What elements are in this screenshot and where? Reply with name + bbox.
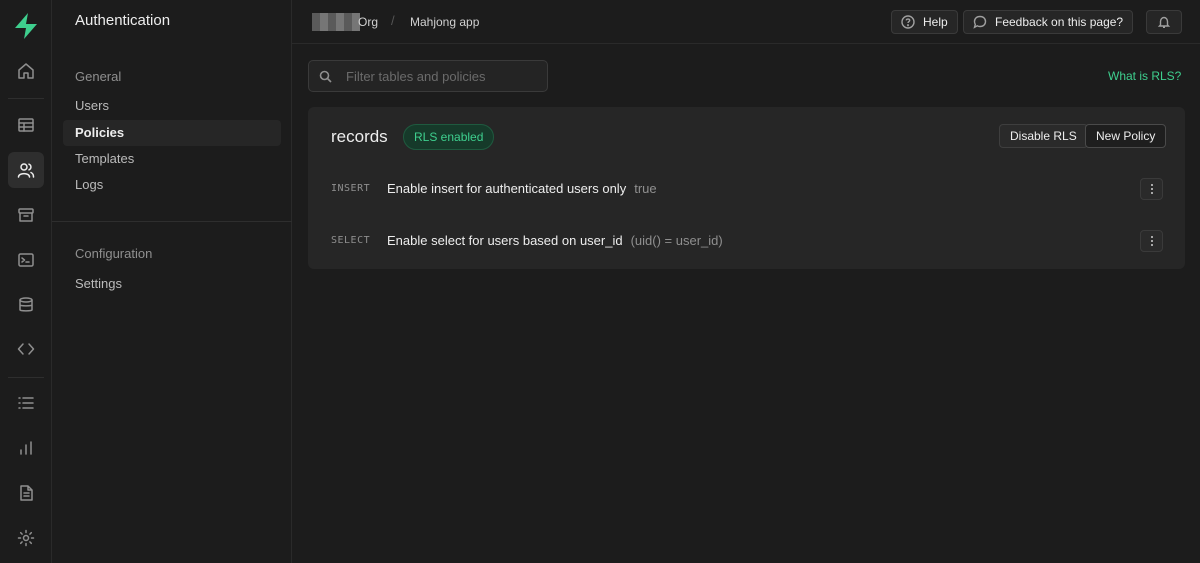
api-icon[interactable] xyxy=(8,331,44,367)
feedback-label: Feedback on this page? xyxy=(995,15,1124,29)
kebab-dot xyxy=(1150,244,1153,246)
rail-divider xyxy=(8,377,44,378)
database-icon[interactable] xyxy=(8,287,44,323)
breadcrumb-separator: / xyxy=(391,13,395,28)
kebab-dot xyxy=(1150,240,1153,242)
sidebar-item-templates[interactable]: Templates xyxy=(63,146,281,172)
chat-bubble-icon xyxy=(973,15,987,29)
more-options-button[interactable] xyxy=(1140,230,1163,252)
policy-name-group: Enable select for users based on user_id… xyxy=(387,233,723,248)
notifications-button[interactable] xyxy=(1146,10,1182,34)
home-icon[interactable] xyxy=(8,53,44,89)
table-policies-panel: records RLS enabled Disable RLS New Poli… xyxy=(308,107,1185,269)
section-general: General xyxy=(75,69,122,84)
sidebar-item-logs[interactable]: Logs xyxy=(63,172,281,198)
sidebar-item-settings[interactable]: Settings xyxy=(63,271,281,297)
policy-name: Enable select for users based on user_id xyxy=(387,233,623,248)
policy-command: INSERT xyxy=(331,183,371,194)
what-is-rls-link[interactable]: What is RLS? xyxy=(1108,69,1181,83)
kebab-dot xyxy=(1150,192,1153,194)
sidebar-item-policies[interactable]: Policies xyxy=(63,120,281,146)
sidebar-divider xyxy=(52,221,292,222)
new-policy-button[interactable]: New Policy xyxy=(1085,124,1167,148)
disable-rls-button[interactable]: Disable RLS xyxy=(999,124,1088,148)
reports-icon[interactable] xyxy=(8,430,44,466)
policy-row[interactable]: INSERT Enable insert for authenticated u… xyxy=(331,178,1163,202)
rail-divider xyxy=(8,98,44,99)
policy-name: Enable insert for authenticated users on… xyxy=(387,181,627,196)
kebab-dot xyxy=(1150,188,1153,190)
policy-definition: true xyxy=(634,181,657,196)
policy-definition: (uid() = user_id) xyxy=(630,233,723,248)
logs-icon[interactable] xyxy=(8,385,44,421)
policy-command: SELECT xyxy=(331,235,371,246)
breadcrumb-project[interactable]: Mahjong app xyxy=(410,15,479,29)
help-label: Help xyxy=(923,15,948,29)
breadcrumb-org[interactable]: Org xyxy=(358,15,378,29)
search-icon xyxy=(319,70,332,83)
more-options-button[interactable] xyxy=(1140,178,1163,200)
top-bar: Org / Mahjong app Help Feedback on this … xyxy=(292,0,1200,44)
rls-status-badge: RLS enabled xyxy=(403,124,495,150)
org-avatar-redacted xyxy=(312,13,360,31)
auth-sidebar: Authentication General Users Policies Te… xyxy=(52,0,292,563)
table-name: records xyxy=(331,127,388,146)
sidebar-title: Authentication xyxy=(75,12,171,29)
feedback-button[interactable]: Feedback on this page? xyxy=(963,10,1134,34)
section-configuration: Configuration xyxy=(75,246,153,261)
icon-rail xyxy=(0,0,52,563)
bell-icon xyxy=(1157,16,1171,28)
filter-search[interactable] xyxy=(308,60,548,92)
supabase-logo[interactable] xyxy=(13,12,39,40)
table-editor-icon[interactable] xyxy=(8,107,44,143)
help-button[interactable]: Help xyxy=(891,10,958,34)
help-icon xyxy=(901,15,915,29)
storage-icon[interactable] xyxy=(8,197,44,233)
policy-name-group: Enable insert for authenticated users on… xyxy=(387,181,657,196)
kebab-dot xyxy=(1150,184,1153,186)
authentication-icon[interactable] xyxy=(8,152,44,188)
docs-icon[interactable] xyxy=(8,475,44,511)
sidebar-item-users[interactable]: Users xyxy=(63,93,281,119)
kebab-dot xyxy=(1150,236,1153,238)
policy-row[interactable]: SELECT Enable select for users based on … xyxy=(331,230,1163,254)
settings-icon[interactable] xyxy=(8,520,44,556)
sql-editor-icon[interactable] xyxy=(8,242,44,278)
search-input[interactable] xyxy=(346,68,536,84)
